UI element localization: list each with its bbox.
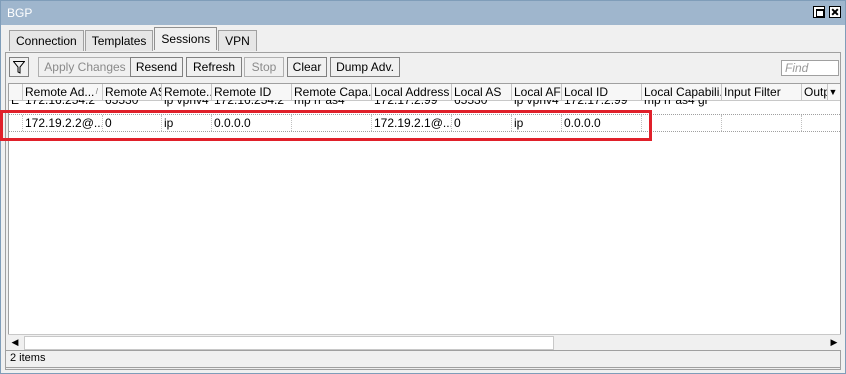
header-local-id[interactable]: Local ID <box>562 84 642 100</box>
refresh-button[interactable]: Refresh <box>186 57 242 77</box>
close-button[interactable] <box>829 6 841 18</box>
header-local-address[interactable]: Local Address <box>372 84 452 100</box>
header-remote-address[interactable]: Remote Ad... / <box>23 84 103 100</box>
item-count: 2 items <box>10 352 46 364</box>
cell-local-capabilities <box>642 115 722 131</box>
tab-vpn[interactable]: VPN <box>218 30 257 51</box>
table-row[interactable]: E 172.16.254.2 65530 ip vpnv4 172.16.254… <box>9 100 840 108</box>
apply-changes-button[interactable]: Apply Changes <box>38 57 132 77</box>
header-remote-as[interactable]: Remote AS <box>103 84 162 100</box>
cell-local-address: 172.17.2.99 <box>374 100 438 107</box>
row-flag: E <box>11 100 20 107</box>
header-input-filter[interactable]: Input Filter <box>722 84 802 100</box>
stop-button[interactable]: Stop <box>244 57 284 77</box>
column-menu-icon[interactable]: ▼ <box>826 84 840 100</box>
clear-button[interactable]: Clear <box>287 57 327 77</box>
filter-button[interactable] <box>9 57 29 77</box>
scroll-right-icon[interactable]: ▶ <box>827 335 841 350</box>
header-remote-afi[interactable]: Remote... <box>162 84 212 100</box>
header-remote-capabilities[interactable]: Remote Capa... <box>292 84 372 100</box>
dump-adv-button[interactable]: Dump Adv. <box>330 57 400 77</box>
title-bar: BGP <box>1 1 845 25</box>
status-bar: 2 items <box>5 350 841 368</box>
maximize-button[interactable] <box>813 6 825 18</box>
sort-ascending-icon: / <box>95 87 98 96</box>
header-local-capabilities[interactable]: Local Capabili... <box>642 84 722 100</box>
cell-remote-as: 65530 <box>105 100 139 107</box>
horizontal-scrollbar[interactable]: ◀ ▶ <box>8 334 841 350</box>
cell-local-id: 172.17.2.99 <box>564 100 628 107</box>
header-remote-id[interactable]: Remote ID <box>212 84 292 100</box>
cell-input-filter <box>722 115 802 131</box>
table-header: Remote Ad... / Remote AS Remote... Remote… <box>9 84 840 101</box>
scroll-left-icon[interactable]: ◀ <box>8 335 22 350</box>
tab-bar: Connection Templates Sessions VPN <box>9 27 258 52</box>
tab-connection[interactable]: Connection <box>9 30 84 51</box>
header-local-as[interactable]: Local AS <box>452 84 512 100</box>
window-title: BGP <box>7 6 33 20</box>
header-flag <box>9 84 23 100</box>
cell-remote-afi: ip vpnv4 <box>164 100 209 107</box>
highlight-annotation-box <box>0 110 652 141</box>
bgp-window: BGP Connection Templates Sessions VPN Ap… <box>0 0 846 374</box>
tab-sessions[interactable]: Sessions <box>154 27 218 50</box>
cell-remote-capabilities: mp rr as4 <box>294 100 345 107</box>
header-local-afi[interactable]: Local AFI <box>512 84 562 100</box>
cell-remote-address: 172.16.254.2 <box>25 100 96 107</box>
find-input[interactable]: Find <box>781 60 839 76</box>
cell-local-as: 65530 <box>454 100 488 107</box>
cell-local-afi: ip vpnv4 <box>514 100 559 107</box>
resend-button[interactable]: Resend <box>130 57 183 77</box>
filter-icon <box>13 61 25 74</box>
scrollbar-thumb[interactable] <box>24 336 554 350</box>
cell-remote-id: 172.16.254.2 <box>214 100 285 107</box>
tab-templates[interactable]: Templates <box>84 30 154 51</box>
cell-local-capabilities: mp rr as4 gr <box>644 100 709 107</box>
header-output-filter[interactable]: Outp <box>802 84 828 100</box>
